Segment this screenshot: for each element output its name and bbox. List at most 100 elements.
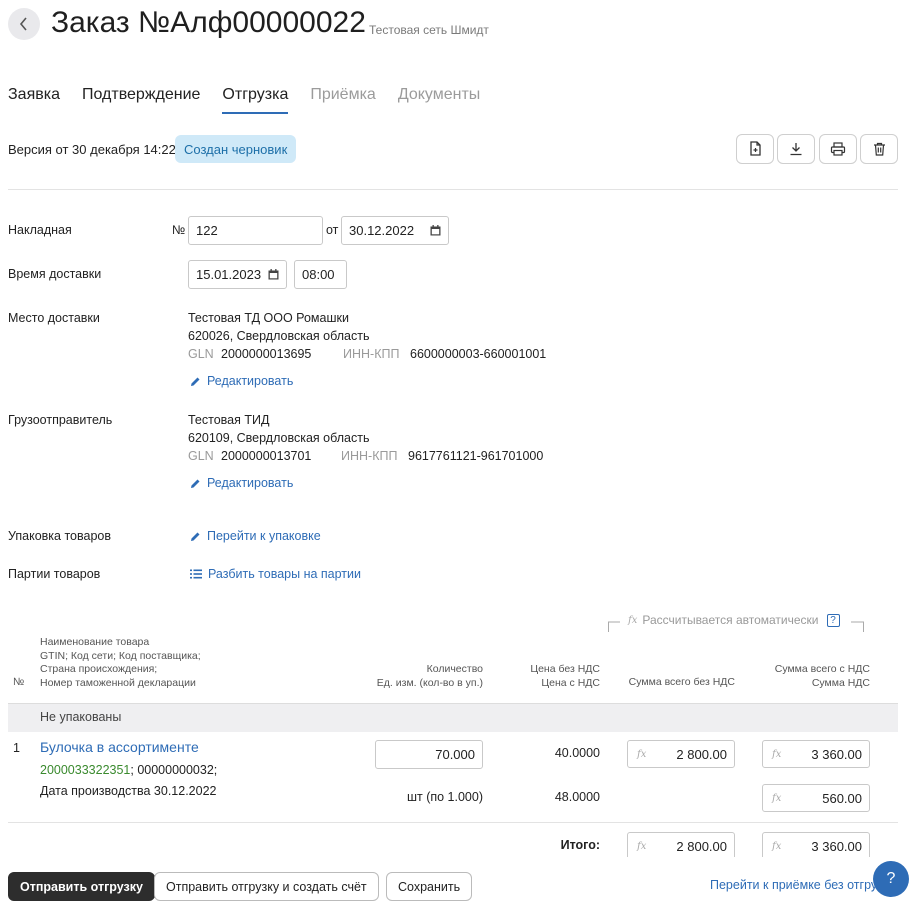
download-button[interactable] [777, 134, 815, 164]
copy-doc-button[interactable] [736, 134, 774, 164]
product-name-link[interactable]: Булочка в ассортименте [40, 739, 199, 755]
header-line: Сумма всего с НДС [774, 663, 870, 675]
packaging-label: Упаковка товаров [8, 529, 112, 543]
gln-label: GLN [188, 449, 214, 463]
shipper-inn: 9617761121-961701000 [408, 449, 544, 463]
delivery-place-label: Место доставки [8, 311, 100, 325]
col-header-name: Наименование товара GTIN; Код сети; Код … [40, 636, 201, 690]
delivery-date-input[interactable]: 15.01.2023 [188, 260, 287, 289]
go-to-receipt-link[interactable]: Перейти к приёмке без отгрузки [710, 878, 880, 892]
divider [8, 189, 898, 190]
save-button[interactable]: Сохранить [386, 872, 473, 901]
back-button[interactable] [8, 8, 40, 40]
delivery-place-name: Тестовая ТД ООО Ромашки [188, 311, 349, 325]
calendar-icon [430, 225, 441, 236]
send-and-invoice-button[interactable]: Отправить отгрузку и создать счёт [154, 872, 379, 901]
header-line: Страна происхождения; [40, 663, 158, 675]
header-line: Сумма НДС [811, 676, 870, 689]
col-header-price: Цена без НДС Цена с НДС [530, 663, 600, 690]
divider [8, 822, 898, 823]
batches-label: Партии товаров [8, 567, 101, 581]
split-batches-link[interactable]: Разбить товары на партии [190, 567, 361, 581]
shipper-gln: 2000000013701 [221, 449, 312, 463]
delivery-time-value: 08:00 [302, 267, 335, 282]
header-line: Количество [426, 663, 483, 675]
delivery-date-value: 15.01.2023 [196, 267, 262, 282]
shipper-name: Тестовая ТИД [188, 413, 270, 427]
header-line: Цена без НДС [530, 663, 600, 675]
group-label: Не упакованы [40, 710, 122, 724]
total-sum-no-vat-field: fx 2 800.00 [627, 832, 735, 860]
fx-icon: fx [637, 840, 647, 852]
edit-link-label: Редактировать [207, 476, 294, 490]
fx-icon: fx [772, 748, 782, 760]
col-header-qty: Количество Ед. изм. (кол-во в уп.) [377, 663, 483, 690]
fx-icon: fx [628, 614, 638, 626]
delivery-place-gln: 2000000013695 [221, 347, 312, 361]
pencil-icon [191, 377, 200, 386]
col-header-sum-no-vat: Сумма всего без НДС [628, 676, 735, 688]
tab-confirmation[interactable]: Подтверждение [82, 86, 200, 114]
group-row [8, 703, 898, 732]
quantity-input[interactable]: 70.000 [375, 740, 483, 769]
delivery-time-input[interactable]: 08:00 [294, 260, 347, 289]
print-icon [830, 142, 846, 156]
header-line: Номер таможенной декларации [40, 676, 196, 689]
batches-link-label: Разбить товары на партии [208, 567, 361, 581]
inn-label: ИНН-КПП [343, 347, 400, 361]
tabs: Заявка Подтверждение Отгрузка Приёмка До… [8, 86, 480, 114]
send-shipment-button[interactable]: Отправить отгрузку [8, 872, 155, 901]
header-line: Наименование товара [40, 636, 150, 648]
price-no-vat: 40.0000 [554, 746, 600, 760]
invoice-date-value: 30.12.2022 [349, 223, 415, 238]
col-header-num: № [13, 676, 25, 688]
auto-calc-text: Рассчитывается автоматически [642, 613, 819, 627]
tab-request[interactable]: Заявка [8, 86, 60, 114]
download-icon [790, 143, 802, 156]
total-label: Итого: [560, 838, 600, 852]
auto-calc-help-icon[interactable]: ? [826, 613, 840, 627]
invoice-date-prefix: от [326, 223, 339, 237]
price-vat: 48.0000 [554, 790, 600, 804]
edit-delivery-place-link[interactable]: Редактировать [190, 374, 293, 388]
fx-icon: fx [772, 840, 782, 852]
row-num: 1 [13, 741, 20, 755]
packaging-link-label: Перейти к упаковке [207, 529, 321, 543]
version-text: Версия от 30 декабря 14:22 [8, 142, 176, 157]
pencil-icon [191, 479, 200, 488]
shipper-address: 620109, Свердловская область [188, 431, 370, 445]
edit-shipper-link[interactable]: Редактировать [190, 476, 293, 490]
invoice-number-input[interactable]: 122 [188, 216, 323, 245]
product-gtin: 2000033322351 [40, 763, 131, 777]
delivery-place-inn: 6600000003-660001001 [410, 347, 547, 361]
quantity-value: 70.000 [435, 747, 475, 762]
edit-link-label: Редактировать [207, 374, 294, 388]
fx-icon: fx [772, 792, 782, 804]
invoice-date-input[interactable]: 30.12.2022 [341, 216, 449, 245]
header-line: GTIN; Код сети; Код поставщика; [40, 649, 201, 662]
print-button[interactable] [819, 134, 857, 164]
total-sum-vat-field: fx 3 360.00 [762, 832, 870, 860]
delivery-place-address: 620026, Свердловская область [188, 329, 370, 343]
col-header-sum-vat: Сумма всего с НДС Сумма НДС [775, 663, 870, 690]
product-other-codes: ; 00000000032; [130, 763, 218, 777]
invoice-number-value: 122 [196, 223, 218, 238]
invoice-label: Накладная [8, 223, 72, 237]
tab-shipment[interactable]: Отгрузка [222, 86, 289, 114]
production-date: Дата производства 30.12.2022 [40, 784, 217, 798]
product-codes: 2000033322351; 00000000032; [40, 763, 217, 777]
invoice-number-prefix: № [172, 223, 186, 237]
help-button[interactable]: ? [873, 861, 909, 897]
unit-text: шт (по 1.000) [406, 790, 483, 804]
tab-receipt: Приёмка [310, 86, 376, 103]
delete-button[interactable] [860, 134, 898, 164]
list-icon [190, 569, 202, 579]
sum-no-vat-value: 2 800.00 [676, 746, 727, 762]
go-to-packaging-link[interactable]: Перейти к упаковке [190, 529, 321, 543]
total-sum-no-vat-value: 2 800.00 [676, 838, 727, 854]
inn-label: ИНН-КПП [341, 449, 398, 463]
header-line: Цена с НДС [541, 676, 600, 689]
tab-documents: Документы [397, 86, 481, 103]
trash-icon [873, 142, 885, 156]
total-sum-vat-value: 3 360.00 [811, 838, 862, 854]
